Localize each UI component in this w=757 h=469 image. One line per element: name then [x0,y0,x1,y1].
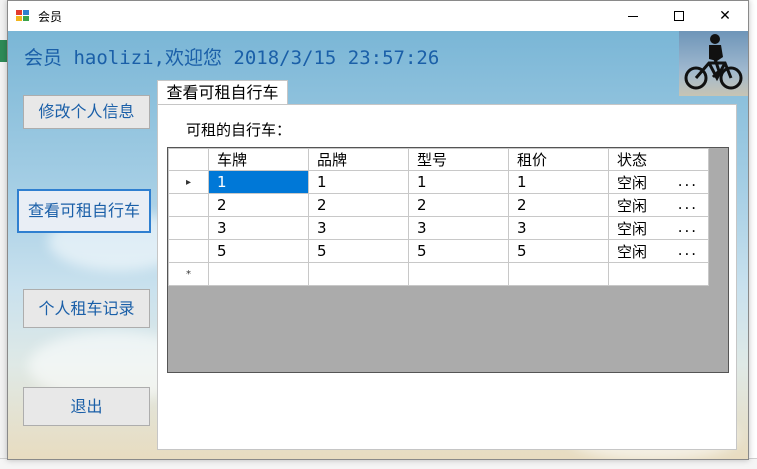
cell-plate[interactable]: 3 [208,216,309,240]
table-row[interactable]: 3 3 3 3 空闲... [168,216,709,240]
cell-model[interactable]: 3 [408,216,509,240]
current-row-indicator-icon[interactable]: ▸ [168,170,209,194]
new-cell-price[interactable] [508,262,609,286]
minimize-icon [628,16,638,17]
cell-price[interactable]: 3 [508,216,609,240]
new-cell-model[interactable] [408,262,509,286]
title-bar[interactable]: 会员 ✕ [8,1,748,31]
table-row[interactable]: ▸ 1 1 1 1 空闲... [168,170,709,194]
cyclist-banner-image [679,31,748,96]
column-header-price[interactable]: 租价 [508,148,609,171]
cell-price[interactable]: 1 [508,170,609,194]
cell-status[interactable]: 空闲... [608,193,709,217]
row-header-corner [168,148,209,171]
bike-data-grid[interactable]: 车牌 品牌 型号 租价 状态 ▸ 1 1 1 1 空闲... 2 2 2 2 空… [167,147,729,373]
member-window: 会员 ✕ 会员 haolizi,欢迎您 2018/3/15 23:57:26 修… [7,0,749,460]
cell-plate[interactable]: 5 [208,239,309,263]
maximize-button[interactable] [656,1,702,31]
cell-plate[interactable]: 2 [208,193,309,217]
tab-view-rentable-bikes[interactable]: 查看可租自行车 [157,80,288,106]
cell-brand[interactable]: 3 [308,216,409,240]
app-icon [16,10,30,22]
cell-plate[interactable]: 1 [208,170,309,194]
cell-model[interactable]: 1 [408,170,509,194]
bike-table: 车牌 品牌 型号 租价 状态 ▸ 1 1 1 1 空闲... 2 2 2 2 空… [168,148,709,286]
welcome-label: 会员 haolizi,欢迎您 2018/3/15 23:57:26 [24,47,440,69]
cell-brand[interactable]: 5 [308,239,409,263]
status-text: 空闲 [617,196,648,215]
new-row-marker-icon[interactable]: * [168,262,209,286]
grid-title: 可租的自行车： [186,121,292,139]
cyclist-icon [684,34,743,90]
status-more-button[interactable]: ... [678,218,698,239]
cell-status[interactable]: 空闲... [608,239,709,263]
view-rentable-bikes-button[interactable]: 查看可租自行车 [17,189,151,233]
rental-history-button[interactable]: 个人租车记录 [23,289,150,328]
tab-panel: 可租的自行车： 车牌 品牌 型号 租价 状态 ▸ 1 1 1 1 空闲 ... … [157,104,737,450]
cell-brand[interactable]: 2 [308,193,409,217]
exit-button[interactable]: 退出 [23,387,150,426]
cell-model[interactable]: 2 [408,193,509,217]
new-cell-plate[interactable] [208,262,309,286]
column-header-status[interactable]: 状态 [608,148,709,171]
cell-price[interactable]: 2 [508,193,609,217]
column-header-brand[interactable]: 品牌 [308,148,409,171]
client-area: 会员 haolizi,欢迎您 2018/3/15 23:57:26 修改个人信息… [8,31,748,459]
table-row[interactable]: 5 5 5 5 空闲... [168,239,709,263]
status-text: 空闲 [617,242,648,261]
minimize-button[interactable] [610,1,656,31]
close-icon: ✕ [719,8,731,24]
status-more-button[interactable]: ... [678,172,698,193]
column-header-plate[interactable]: 车牌 [208,148,309,171]
status-text: 空闲 [617,219,648,238]
cell-status[interactable]: 空闲... [608,170,709,194]
edit-profile-button[interactable]: 修改个人信息 [23,95,150,129]
window-title: 会员 [38,10,63,24]
grid-header-row: 车牌 品牌 型号 租价 状态 [168,148,709,171]
status-text: 空闲 [617,173,648,192]
cell-model[interactable]: 5 [408,239,509,263]
status-more-button[interactable]: ... [678,241,698,262]
row-header[interactable] [168,239,209,263]
new-cell-status[interactable] [608,262,709,286]
maximize-icon [674,11,684,21]
row-header[interactable] [168,216,209,240]
new-cell-brand[interactable] [308,262,409,286]
row-header[interactable] [168,193,209,217]
cell-status[interactable]: 空闲... [608,216,709,240]
cell-price[interactable]: 5 [508,239,609,263]
table-row[interactable]: 2 2 2 2 空闲... [168,193,709,217]
column-header-model[interactable]: 型号 [408,148,509,171]
status-more-button[interactable]: ... [678,195,698,216]
cell-brand[interactable]: 1 [308,170,409,194]
close-button[interactable]: ✕ [702,1,748,31]
new-row[interactable]: * [168,262,709,286]
